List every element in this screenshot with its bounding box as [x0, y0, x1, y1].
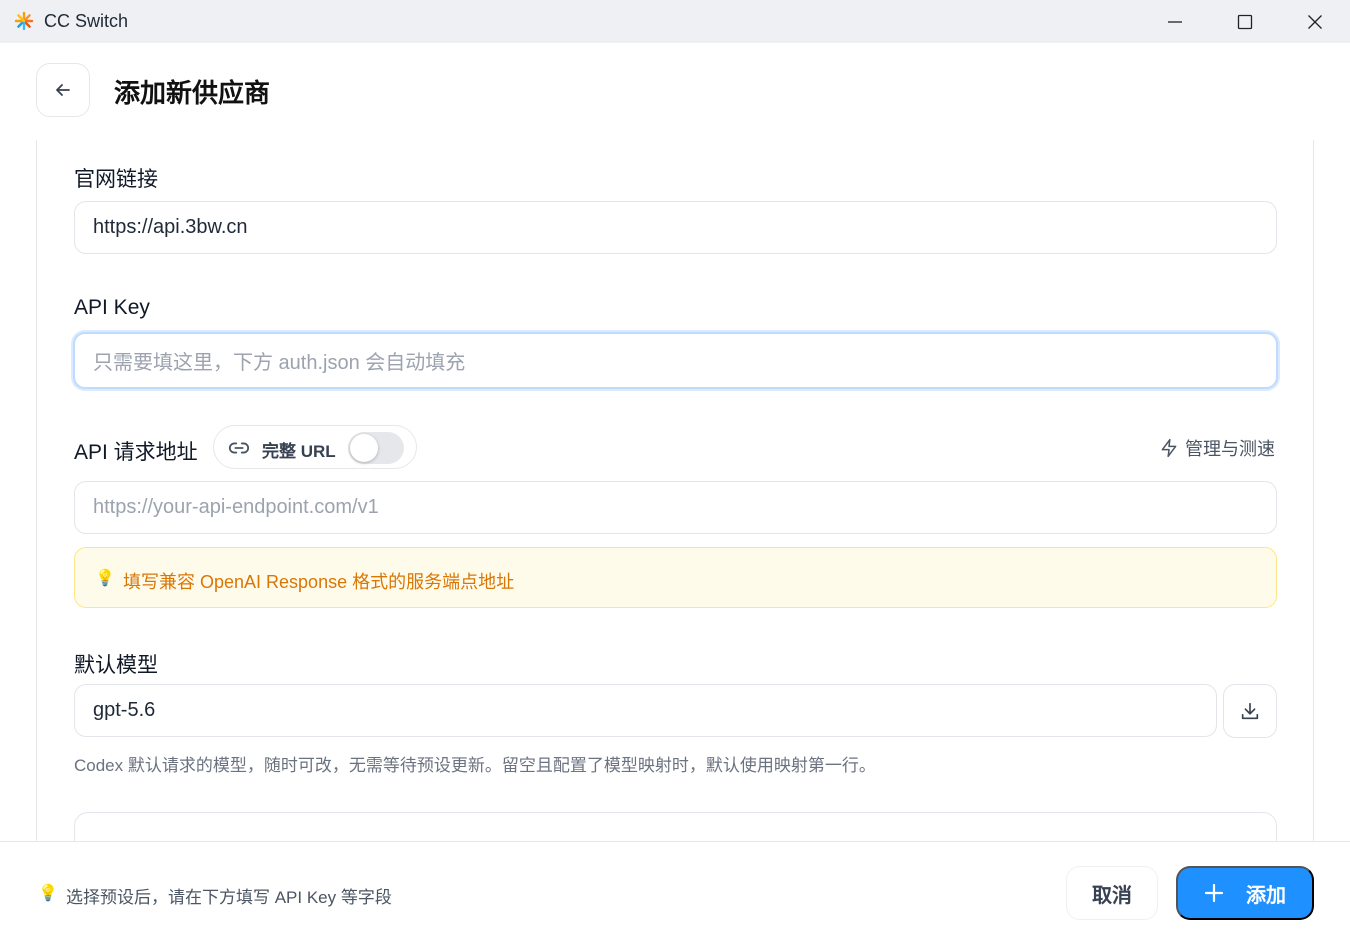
lightbulb-icon: 💡	[95, 570, 115, 587]
back-button[interactable]	[36, 63, 90, 117]
model-input[interactable]: gpt-5.6	[74, 684, 1217, 737]
api-key-label: API Key	[74, 296, 150, 319]
maximize-button[interactable]	[1210, 0, 1280, 43]
endpoint-input[interactable]: https://your-api-endpoint.com/v1	[74, 481, 1277, 534]
minimize-button[interactable]	[1140, 0, 1210, 43]
add-button[interactable]: 添加	[1176, 866, 1314, 920]
website-input[interactable]: https://api.3bw.cn	[74, 201, 1277, 254]
footer: 💡 选择预设后，请在下方填写 API Key 等字段 取消 添加	[0, 841, 1350, 943]
endpoint-hint-text: 填写兼容 OpenAI Response 格式的服务端点地址	[123, 572, 515, 592]
form-panel: 官网链接 https://api.3bw.cn API Key 只需要填这里，下…	[36, 140, 1314, 841]
plus-icon	[1204, 883, 1224, 903]
close-button[interactable]	[1280, 0, 1350, 43]
page-title: 添加新供应商	[114, 78, 271, 108]
endpoint-hint: 💡 填写兼容 OpenAI Response 格式的服务端点地址	[74, 547, 1277, 608]
lightbulb-icon: 💡	[38, 885, 58, 902]
window-title: CC Switch	[44, 11, 129, 31]
full-url-label: 完整 URL	[262, 442, 336, 461]
model-label: 默认模型	[74, 654, 158, 677]
lightning-icon	[1161, 438, 1177, 458]
link-icon	[228, 442, 250, 454]
close-icon	[1308, 14, 1322, 29]
endpoint-label: API 请求地址	[74, 441, 198, 464]
minimize-icon	[1168, 20, 1182, 23]
arrow-left-icon	[56, 84, 70, 96]
download-icon	[1241, 702, 1259, 720]
manage-speedtest-link[interactable]: 管理与测速	[1159, 436, 1275, 460]
manage-speedtest-label: 管理与测速	[1185, 439, 1275, 459]
page-header: 添加新供应商	[0, 43, 1350, 140]
fetch-models-button[interactable]	[1223, 684, 1277, 738]
switch-knob	[350, 434, 378, 462]
title-bar: CC Switch	[0, 0, 1350, 43]
full-url-switch[interactable]	[348, 432, 404, 464]
website-label: 官网链接	[74, 168, 158, 191]
model-help-text: Codex 默认请求的模型，随时可改，无需等待预设更新。留空且配置了模型映射时，…	[74, 756, 876, 775]
cancel-button[interactable]: 取消	[1066, 866, 1158, 920]
add-button-label: 添加	[1246, 884, 1286, 907]
sunburst-app-icon	[14, 11, 34, 31]
api-key-input[interactable]: 只需要填这里，下方 auth.json 会自动填充	[73, 332, 1278, 389]
maximize-icon	[1237, 14, 1253, 29]
config-card	[74, 812, 1277, 841]
full-url-toggle[interactable]: 完整 URL	[213, 425, 417, 469]
footer-tip: 选择预设后，请在下方填写 API Key 等字段	[66, 888, 392, 907]
